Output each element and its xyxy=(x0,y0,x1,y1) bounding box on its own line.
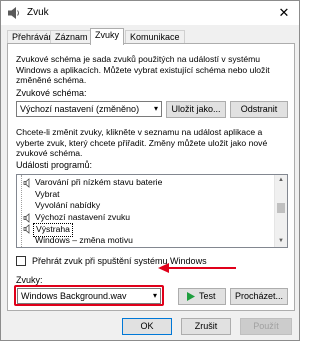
list-item-label: Varování při nízkém stavu baterie xyxy=(35,177,163,187)
scroll-down-icon[interactable]: ▼ xyxy=(275,236,287,247)
scroll-up-icon[interactable]: ▲ xyxy=(275,175,287,186)
browse-button[interactable]: Procházet... xyxy=(230,288,288,305)
scheme-label: Zvukové schéma: xyxy=(16,88,87,98)
list-item-label: Vyvolání nabídky xyxy=(35,200,101,210)
list-item-label: Windows – změna motivu xyxy=(35,234,133,245)
scrollbar-thumb[interactable] xyxy=(277,203,285,213)
play-icon xyxy=(187,292,195,301)
events-label: Události programů: xyxy=(16,160,93,170)
list-item-label: Výchozí nastavení zvuku xyxy=(35,211,131,222)
sounds-panel: Zvukové schéma je sada zvuků použitých n… xyxy=(7,43,295,311)
speaker-icon xyxy=(23,224,30,234)
tree-line xyxy=(21,175,22,247)
title-bar: Zvuk ✕ xyxy=(1,1,299,25)
chevron-down-icon: ▾ xyxy=(152,291,157,300)
cancel-button[interactable]: Zrušit xyxy=(181,318,231,335)
remove-button[interactable]: Odstranit xyxy=(230,101,288,118)
test-button-label: Test xyxy=(199,291,216,301)
sound-file-value: Windows Background.wav xyxy=(21,291,127,301)
sounds-label: Zvuky: xyxy=(16,275,43,285)
events-scrollbar[interactable]: ▲ ▼ xyxy=(274,175,287,247)
events-list[interactable]: Varování při nízkém stavu baterie Vybrat… xyxy=(16,174,288,248)
save-as-button[interactable]: Uložit jako... xyxy=(166,101,226,118)
test-button[interactable]: Test xyxy=(178,288,226,305)
speaker-icon xyxy=(23,178,30,188)
startup-sound-checkbox[interactable] xyxy=(16,256,26,266)
list-item-label: Vybrat xyxy=(35,188,60,199)
events-description: Chcete-li změnit zvuky, klikněte v sezna… xyxy=(16,127,268,158)
startup-sound-label: Přehrát zvuk při spuštění systému Window… xyxy=(32,256,207,266)
tab-recording[interactable]: Záznam xyxy=(50,30,93,44)
ok-button[interactable]: OK xyxy=(122,318,172,335)
sound-dialog: Zvuk ✕ Přehrávání Záznam Zvuky Komunikac… xyxy=(0,0,300,341)
scheme-select-value: Výchozí nastavení (změněno) xyxy=(20,104,140,114)
close-button[interactable]: ✕ xyxy=(269,1,299,25)
scheme-select[interactable]: Výchozí nastavení (změněno) ▾ xyxy=(16,101,162,117)
apply-button[interactable]: Použít xyxy=(240,318,292,335)
window-title: Zvuk xyxy=(27,7,49,18)
tab-communications[interactable]: Komunikace xyxy=(125,30,185,44)
sound-file-select[interactable]: Windows Background.wav ▾ xyxy=(17,288,161,304)
speaker-icon xyxy=(23,212,30,223)
chevron-down-icon: ▾ xyxy=(153,104,158,113)
scheme-description: Zvukové schéma je sada zvuků použitých n… xyxy=(16,54,270,85)
tab-sounds[interactable]: Zvuky xyxy=(90,28,125,45)
speaker-icon xyxy=(8,7,19,19)
